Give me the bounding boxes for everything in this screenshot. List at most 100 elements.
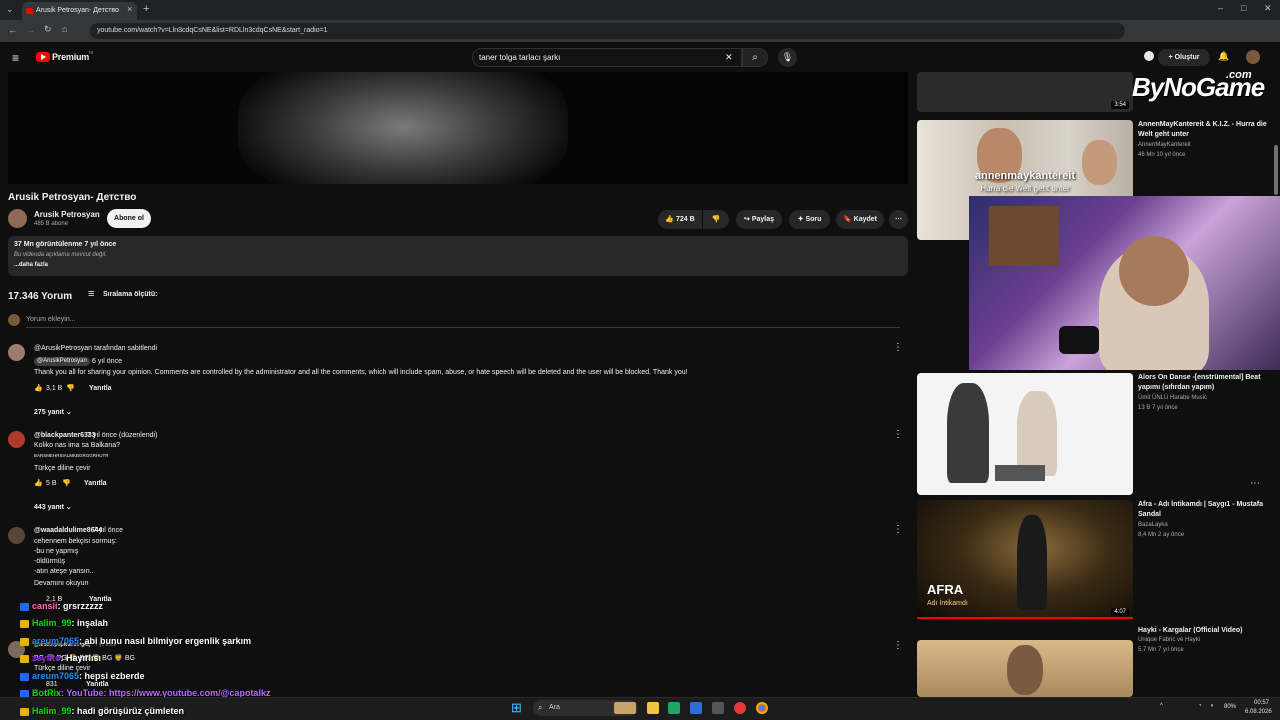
search-input[interactable]: taner tolga tarlacı şarkı bbox=[472, 48, 742, 67]
app-icon[interactable] bbox=[712, 702, 724, 714]
reload-button[interactable]: ↻ bbox=[44, 24, 52, 35]
new-tab-button[interactable]: + bbox=[143, 3, 149, 15]
chat-badge-icon bbox=[20, 654, 29, 663]
word-icon[interactable] bbox=[690, 702, 702, 714]
subscribe-label: Abone ol bbox=[114, 215, 144, 222]
video-channel[interactable]: Ümit ÜNLÜ Harabe Music bbox=[1138, 395, 1207, 401]
reply-button[interactable]: Yanıtla bbox=[86, 681, 109, 688]
excel-icon[interactable] bbox=[668, 702, 680, 714]
like-icon[interactable]: 👍 bbox=[34, 384, 43, 392]
more-actions-button[interactable]: ⋯ bbox=[889, 210, 908, 229]
voice-search-button[interactable]: 🎙 bbox=[778, 48, 797, 67]
thumbnail-overlay-subtitle: Adı İntikamdı bbox=[927, 600, 968, 607]
dislike-icon[interactable]: 👎 bbox=[66, 384, 75, 392]
create-button[interactable]: + Oluştur bbox=[1158, 49, 1210, 66]
description-box[interactable]: 37 Mn görüntülenme 7 yıl önce Bu videoda… bbox=[8, 236, 908, 276]
replies-count: 443 yanıt bbox=[34, 504, 64, 511]
video-thumbnail[interactable] bbox=[917, 640, 1133, 697]
save-button[interactable]: 🔖 Kaydet bbox=[836, 210, 884, 229]
taskbar-widget-icon[interactable] bbox=[614, 702, 636, 714]
comment-like-count: 5 B bbox=[46, 480, 57, 487]
dislike-icon: 👎 bbox=[711, 216, 721, 223]
comment-avatar[interactable] bbox=[8, 431, 25, 448]
volume-icon[interactable]: ◖ bbox=[1210, 703, 1214, 709]
notifications-icon[interactable]: 🔔 bbox=[1218, 51, 1229, 62]
video-channel[interactable]: Unique Fabric ve Hayki bbox=[1138, 637, 1200, 643]
menu-icon[interactable]: ≡ bbox=[12, 51, 19, 65]
premium-brand[interactable]: Premium bbox=[52, 52, 89, 62]
video-menu-icon[interactable]: ⋯ bbox=[1250, 478, 1260, 489]
reply-button[interactable]: Yanıtla bbox=[89, 385, 112, 392]
comment-author[interactable]: @ArusikPetrosyan bbox=[34, 357, 90, 366]
clock-time[interactable]: 00:57 bbox=[1254, 700, 1269, 706]
account-avatar[interactable] bbox=[1246, 50, 1260, 64]
taskbar-search-label: Ara bbox=[549, 704, 560, 711]
url-field[interactable]: youtube.com/watch?v=Lln3cdqCsNE&list=RDL… bbox=[90, 23, 1125, 39]
sort-icon[interactable]: ≡ bbox=[88, 288, 94, 300]
chrome-icon[interactable] bbox=[756, 702, 768, 714]
subscribe-button[interactable]: Abone ol bbox=[107, 209, 151, 228]
sort-button[interactable]: Sıralama ölçütü: bbox=[103, 291, 157, 298]
comment-avatar[interactable] bbox=[8, 344, 25, 361]
video-title[interactable]: Hayki - Kargalar (Official Video) bbox=[1138, 626, 1268, 636]
like-button[interactable]: 👍 724 B bbox=[658, 210, 702, 229]
video-player[interactable] bbox=[8, 72, 908, 184]
home-button[interactable]: ⌂ bbox=[62, 24, 67, 34]
video-thumbnail[interactable]: AFRA Adı İntikamdı 4:07 bbox=[917, 500, 1133, 620]
ask-button[interactable]: ✦ Soru bbox=[789, 210, 830, 229]
video-title[interactable]: Alors On Danse -[enstrümental] Beat yapı… bbox=[1138, 373, 1268, 393]
add-comment-input[interactable]: Yorum ekleyin... bbox=[26, 316, 76, 323]
read-more-link[interactable]: Devamını okuyun bbox=[34, 580, 88, 587]
comment-line: cehennem bekçisi sormuş: bbox=[34, 538, 117, 545]
minimize-button[interactable]: – bbox=[1218, 3, 1223, 13]
like-icon[interactable]: 👍 bbox=[34, 479, 43, 487]
replies-toggle[interactable]: 275 yanıt ⌄ bbox=[34, 408, 72, 416]
browser-tab[interactable]: Arusik Petrosyan- Детство bbox=[22, 2, 137, 20]
maximize-button[interactable]: □ bbox=[1241, 3, 1246, 13]
subscriber-count: 485 B abone bbox=[34, 221, 69, 227]
start-icon[interactable]: ⊞ bbox=[511, 700, 522, 716]
video-meta: 13 B 7 yıl önce bbox=[1138, 405, 1178, 411]
cast-icon[interactable] bbox=[1144, 51, 1154, 61]
tray-chevron-icon[interactable]: ^ bbox=[1160, 703, 1163, 709]
replies-toggle[interactable]: 443 yanıt ⌄ bbox=[34, 503, 72, 511]
chat-message: areum7065: hepsi ezberde bbox=[20, 671, 145, 681]
video-channel[interactable]: AnnenMayKantereit bbox=[1138, 142, 1191, 148]
video-thumbnail[interactable] bbox=[917, 373, 1133, 495]
video-channel[interactable]: BazaLayka bbox=[1138, 522, 1168, 528]
dislike-button[interactable]: 👎 bbox=[703, 210, 729, 229]
back-button[interactable]: ← bbox=[8, 25, 17, 35]
thumbnail-face bbox=[1007, 645, 1043, 695]
close-tab-icon[interactable]: × bbox=[127, 4, 132, 14]
wifi-icon[interactable]: ◔ bbox=[1198, 703, 1202, 709]
comment-menu-icon[interactable]: ⋮ bbox=[893, 640, 903, 651]
battery-level[interactable]: 80% bbox=[1224, 704, 1236, 710]
comment-avatar[interactable] bbox=[8, 527, 25, 544]
video-title[interactable]: AnnenMayKantereit & K.I.Z. - Hurra die W… bbox=[1138, 120, 1268, 140]
dislike-icon[interactable]: 👎 bbox=[62, 479, 71, 487]
show-more-link[interactable]: ...daha fazla bbox=[14, 262, 48, 268]
video-thumbnail[interactable]: 3:54 bbox=[917, 72, 1133, 112]
comment-menu-icon[interactable]: ⋮ bbox=[893, 524, 903, 535]
channel-avatar[interactable] bbox=[8, 209, 27, 228]
video-title[interactable]: Afra - Adı İntikamdı | Saygı1 - Mustafa … bbox=[1138, 500, 1268, 520]
reply-button[interactable]: Yanıtla bbox=[84, 480, 107, 487]
comment-menu-icon[interactable]: ⋮ bbox=[893, 429, 903, 440]
chat-badge-icon bbox=[20, 672, 29, 681]
chat-username: areum7065 bbox=[32, 671, 80, 681]
file-explorer-icon[interactable] bbox=[647, 702, 659, 714]
translate-link[interactable]: Türkçe diline çevir bbox=[34, 465, 90, 472]
youtube-logo-icon[interactable] bbox=[36, 52, 50, 62]
channel-name[interactable]: Arusik Petrosyan bbox=[34, 210, 100, 219]
clock-date[interactable]: 6.08.2026 bbox=[1245, 709, 1272, 715]
share-button[interactable]: ↪ Paylaş bbox=[736, 210, 782, 229]
comment-menu-icon[interactable]: ⋮ bbox=[893, 342, 903, 353]
chat-username: areum7065 bbox=[32, 636, 80, 646]
close-window-button[interactable]: ✕ bbox=[1264, 3, 1272, 14]
media-app-icon[interactable] bbox=[734, 702, 746, 714]
clear-search-icon[interactable]: ✕ bbox=[725, 52, 733, 63]
tab-list-icon[interactable]: ⌄ bbox=[6, 4, 14, 15]
search-button[interactable]: ⌕ bbox=[742, 48, 768, 67]
forward-button[interactable]: → bbox=[26, 25, 35, 35]
sidebar-scrollbar[interactable] bbox=[1274, 145, 1278, 195]
